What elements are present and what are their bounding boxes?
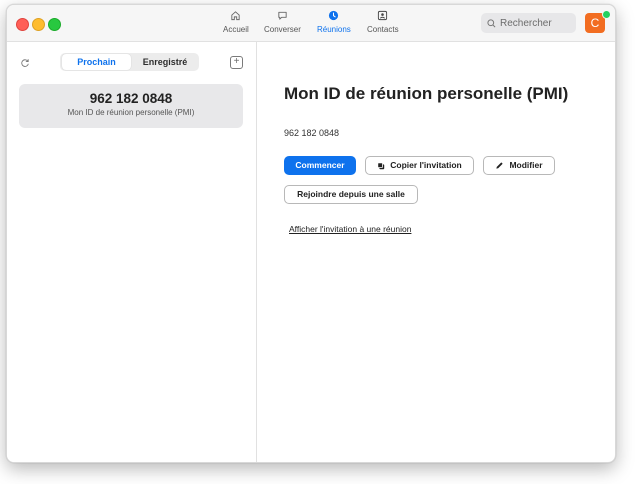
edit-button[interactable]: Modifier — [483, 156, 555, 175]
join-from-room-button[interactable]: Rejoindre depuis une salle — [284, 185, 418, 204]
search-placeholder: Rechercher — [500, 17, 552, 29]
copy-invitation-label: Copier l'invitation — [390, 160, 462, 170]
nav-label: Réunions — [317, 25, 351, 34]
nav-tab-contacts[interactable]: Contacts — [367, 7, 399, 34]
nav-label: Contacts — [367, 25, 399, 34]
title-bar: Accueil Converser Réunions Contacts Rech… — [7, 5, 615, 42]
start-button-label: Commencer — [295, 160, 345, 170]
meeting-id-text: 962 182 0848 — [284, 128, 340, 138]
avatar-initial: C — [590, 16, 600, 30]
tab-prochain[interactable]: Prochain — [62, 54, 131, 70]
nav-label: Converser — [264, 25, 301, 34]
edit-button-label: Modifier — [509, 160, 543, 170]
meeting-list-item[interactable]: 962 182 0848 Mon ID de réunion personell… — [19, 84, 243, 128]
nav-tab-converser[interactable]: Converser — [264, 7, 301, 34]
search-input[interactable]: Rechercher — [481, 13, 576, 33]
page-title: Mon ID de réunion personelle (PMI) — [284, 84, 569, 103]
meeting-id: 962 182 0848 — [89, 91, 173, 106]
add-meeting-button[interactable]: + — [230, 56, 243, 69]
chat-icon — [277, 7, 288, 24]
maximize-window-button[interactable] — [48, 18, 61, 31]
search-icon — [487, 18, 496, 27]
clock-icon — [328, 7, 339, 24]
copy-invitation-button[interactable]: Copier l'invitation — [365, 156, 474, 175]
plus-icon: + — [233, 56, 240, 67]
meeting-name: Mon ID de réunion personelle (PMI) — [67, 108, 195, 117]
nav-label: Accueil — [223, 25, 249, 34]
meeting-tabs: Prochain Enregistré — [60, 53, 199, 71]
nav-tab-accueil[interactable]: Accueil — [223, 7, 249, 34]
close-window-button[interactable] — [16, 18, 29, 31]
show-invitation-link[interactable]: Afficher l'invitation à une réunion — [289, 224, 411, 234]
zoom-window: Accueil Converser Réunions Contacts Rech… — [6, 4, 616, 463]
refresh-icon[interactable] — [20, 55, 30, 73]
tab-enregistre[interactable]: Enregistré — [132, 54, 198, 70]
minimize-window-button[interactable] — [32, 18, 45, 31]
meeting-detail-panel: Mon ID de réunion personelle (PMI) 962 1… — [257, 42, 615, 462]
home-icon — [230, 7, 241, 24]
nav-tab-reunions[interactable]: Réunions — [317, 7, 351, 34]
copy-icon — [377, 161, 385, 169]
contact-card-icon — [377, 7, 388, 24]
meetings-sidebar: Prochain Enregistré + 962 182 0848 Mon I… — [7, 42, 257, 462]
join-from-room-label: Rejoindre depuis une salle — [297, 189, 405, 199]
pencil-icon — [496, 162, 504, 169]
presence-status-dot — [602, 10, 611, 19]
start-button[interactable]: Commencer — [284, 156, 356, 175]
